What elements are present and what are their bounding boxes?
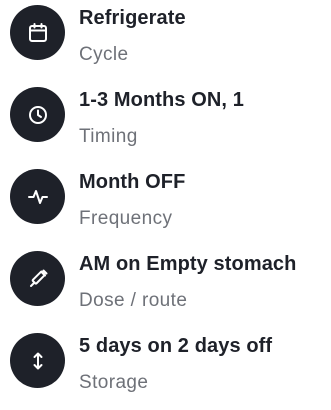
item-title: Month OFF	[79, 171, 186, 193]
item-label: Dose / route	[79, 290, 188, 311]
list-item-timing: 1-3 Months ON, 1 Timing	[10, 82, 331, 164]
item-label: Cycle	[79, 44, 129, 65]
pulse-icon	[10, 169, 65, 224]
item-title: 5 days on 2 days off	[79, 335, 273, 357]
syringe-icon	[10, 251, 65, 306]
list-item-cycle: Refrigerate Cycle	[10, 0, 331, 82]
item-title: 1-3 Months ON, 1	[79, 89, 244, 111]
vertical-arrows-icon	[10, 333, 65, 388]
item-label: Storage	[79, 372, 149, 393]
clock-icon	[10, 87, 65, 142]
detail-list: Refrigerate Cycle 1-3 Months ON, 1 Timin…	[10, 0, 331, 410]
list-item-frequency: Month OFF Frequency	[10, 164, 331, 246]
item-label: Frequency	[79, 208, 173, 229]
item-label: Timing	[79, 126, 138, 147]
item-title: AM on Empty stomach	[79, 253, 297, 275]
item-title: Refrigerate	[79, 7, 186, 29]
list-item-dose-route: AM on Empty stomach Dose / route	[10, 246, 331, 328]
list-item-storage: 5 days on 2 days off Storage	[10, 328, 331, 410]
calendar-icon	[10, 5, 65, 60]
